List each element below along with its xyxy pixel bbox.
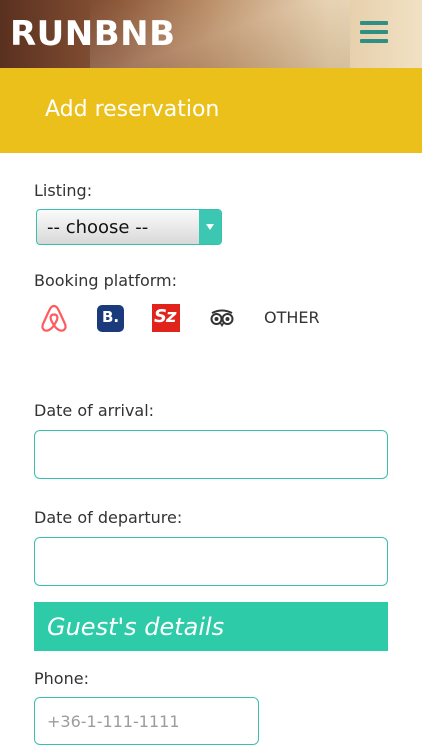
guest-details-title: Guest's details [47, 613, 225, 641]
airbnb-icon[interactable] [40, 303, 68, 333]
listing-label: Listing: [34, 181, 93, 200]
listing-selected-value: -- choose -- [47, 217, 149, 238]
phone-input[interactable] [34, 697, 259, 745]
listing-select[interactable]: -- choose -- [36, 209, 222, 245]
app-logo[interactable]: RUNBNB [10, 14, 176, 54]
page-title: Add reservation [45, 97, 220, 122]
arrival-date-input[interactable] [34, 430, 388, 479]
booking-com-icon[interactable]: B. [97, 305, 124, 332]
booking-platform-options: B. Sz OTHER [34, 303, 394, 335]
page-title-bar: Add reservation [0, 68, 422, 153]
booking-platform-label: Booking platform: [34, 271, 178, 290]
guest-details-section-header: Guest's details [34, 602, 388, 651]
app-header: RUNBNB [0, 0, 422, 68]
chevron-down-icon[interactable] [199, 210, 221, 244]
szallas-icon[interactable]: Sz [152, 304, 180, 332]
departure-date-input[interactable] [34, 537, 388, 586]
tripadvisor-icon[interactable] [208, 303, 236, 333]
hamburger-menu-icon[interactable] [360, 21, 388, 47]
szallas-icon-text: Sz [154, 306, 176, 327]
arrival-label: Date of arrival: [34, 401, 155, 420]
phone-label: Phone: [34, 669, 89, 688]
departure-label: Date of departure: [34, 508, 183, 527]
platform-other-option[interactable]: OTHER [264, 308, 320, 338]
booking-com-icon-text: B. [102, 308, 120, 326]
